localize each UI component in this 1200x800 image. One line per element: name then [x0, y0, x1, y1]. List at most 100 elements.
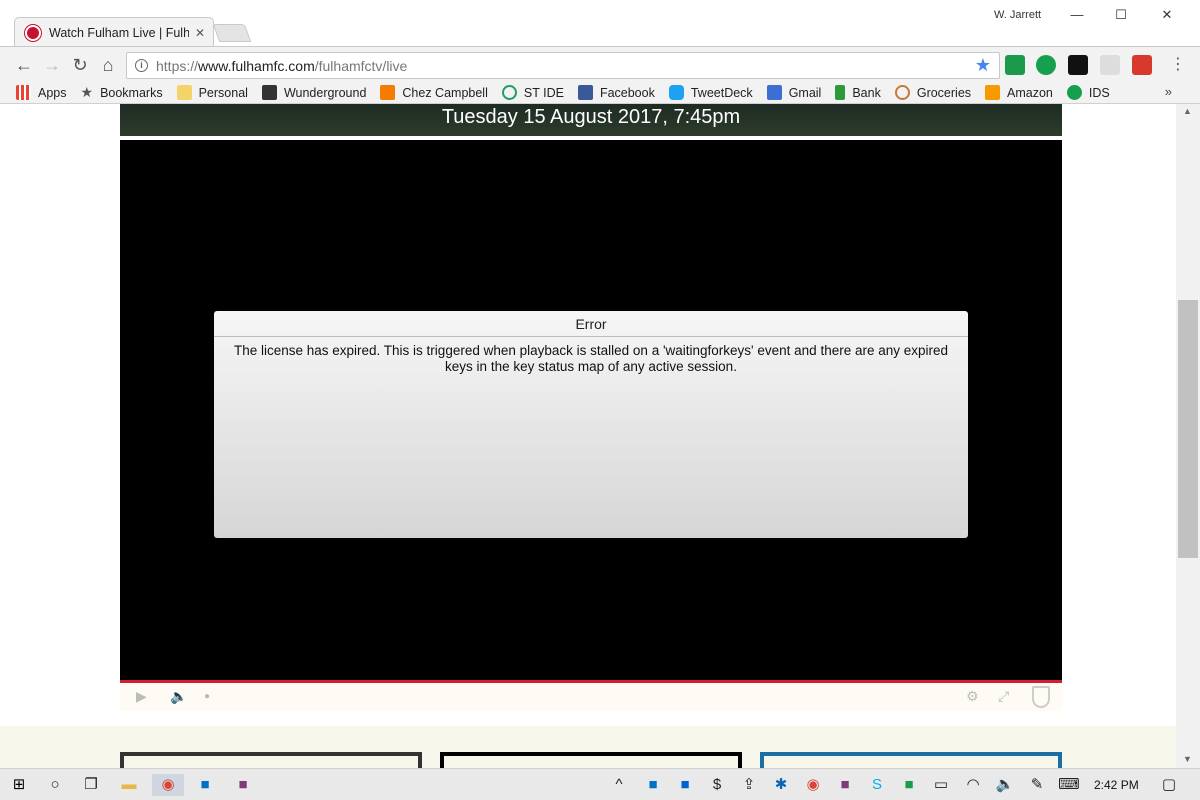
fulham-crest-icon: [1032, 686, 1050, 708]
reload-button[interactable]: ↻: [68, 54, 92, 76]
url-host: www.fulhamfc.com: [198, 57, 315, 74]
video-card[interactable]: [440, 752, 742, 768]
outlook-tray-icon[interactable]: ■: [642, 774, 664, 796]
groceries-icon: [894, 85, 910, 100]
bookmark-gmail[interactable]: Gmail: [766, 85, 821, 100]
bookmark-wunderground[interactable]: Wunderground: [261, 85, 366, 100]
error-title: Error: [214, 311, 968, 337]
star-icon: ★: [80, 84, 94, 100]
back-button[interactable]: ←: [12, 54, 36, 76]
error-dialog: Error The license has expired. This is t…: [214, 311, 968, 538]
scroll-up-icon[interactable]: ▲: [1183, 106, 1192, 116]
task-view-icon[interactable]: ❐: [80, 774, 102, 796]
settings-gear-icon[interactable]: ⚙: [966, 688, 979, 705]
bookmark-groceries[interactable]: Groceries: [894, 85, 971, 100]
fulham-crest-icon: [25, 24, 41, 41]
ids-icon: [1066, 85, 1082, 100]
match-banner: Tuesday 15 August 2017, 7:45pm: [120, 104, 1062, 136]
keyboard-icon[interactable]: ⌨: [1058, 774, 1080, 796]
site-info-icon[interactable]: i: [135, 59, 148, 72]
bookmark-amazon[interactable]: Amazon: [985, 85, 1053, 100]
volume-tray-icon[interactable]: 🔈: [994, 774, 1016, 796]
pen-icon[interactable]: ✎: [1026, 774, 1048, 796]
forward-button[interactable]: →: [40, 54, 64, 76]
facebook-icon: [577, 85, 593, 100]
show-hidden-icons-chevron-icon[interactable]: ^: [608, 774, 630, 796]
tab-close-icon[interactable]: ✕: [195, 26, 205, 40]
home-button[interactable]: ⌂: [96, 54, 120, 76]
upload-tray-icon[interactable]: ⇪: [738, 774, 760, 796]
browser-toolbar: ← → ↻ ⌂ i https:// www.fulhamfc.com /ful…: [0, 46, 1200, 82]
player-controls: ▶ 🔈 ● ⚙ ⤢: [120, 683, 1062, 711]
apps-grid-icon: [16, 85, 31, 100]
bookmark-st-ide[interactable]: ST IDE: [501, 85, 564, 100]
onenote-tray-icon[interactable]: ■: [834, 774, 856, 796]
bookmark-bank[interactable]: Bank: [835, 85, 881, 100]
action-center-icon[interactable]: ▢: [1158, 774, 1180, 796]
file-explorer-icon[interactable]: ▬: [118, 774, 140, 796]
bookmark-star-icon[interactable]: ★: [975, 55, 991, 76]
tab-active[interactable]: Watch Fulham Live | Fulh ✕: [14, 17, 214, 47]
close-window-button[interactable]: ✕: [1144, 4, 1190, 26]
error-message: The license has expired. This is trigger…: [233, 343, 949, 374]
scrollbar-thumb[interactable]: [1178, 300, 1198, 558]
scroll-down-icon[interactable]: ▼: [1183, 754, 1192, 764]
page-scrollbar[interactable]: ▲ ▼: [1176, 104, 1200, 768]
dollar-tray-icon[interactable]: $: [706, 774, 728, 796]
tab-title: Watch Fulham Live | Fulh: [49, 25, 189, 40]
bookmarks-bar: Apps ★ Bookmarks Personal Wunderground Ch…: [0, 82, 1200, 104]
robot-tray-icon[interactable]: ■: [898, 774, 920, 796]
bookmark-apps[interactable]: Apps: [16, 85, 67, 100]
chrome-tray-icon[interactable]: ◉: [802, 774, 824, 796]
folder-icon: [176, 85, 192, 100]
volume-icon[interactable]: 🔈: [170, 688, 187, 705]
video-card[interactable]: [760, 752, 1062, 768]
fullscreen-icon[interactable]: ⤢: [998, 688, 1009, 705]
circle-icon: [501, 85, 517, 100]
start-windows-icon[interactable]: ⊞: [8, 774, 30, 796]
profile-name[interactable]: W. Jarrett: [994, 9, 1041, 21]
page-viewport: Tuesday 15 August 2017, 7:45pm Error The…: [0, 104, 1176, 768]
live-indicator-icon: ●: [204, 691, 211, 702]
chrome-menu-button[interactable]: ⋮: [1166, 54, 1190, 76]
play-icon[interactable]: ▶: [136, 688, 147, 705]
bluetooth-icon[interactable]: ✱: [770, 774, 792, 796]
extension-todoist-icon[interactable]: [1132, 55, 1152, 75]
bank-icon: [835, 85, 846, 100]
wunderground-icon: [261, 85, 277, 100]
windows-taskbar: ⊞ ○ ❐ ▬ ◉ ■ ■ ^ ■ ■ $ ⇪ ✱ ◉ ■ S ■ ▭ ◠ 🔈 …: [0, 768, 1200, 800]
blogger-icon: [380, 85, 396, 100]
extension-hangouts-icon[interactable]: [1036, 55, 1056, 75]
gmail-icon: [766, 85, 782, 100]
bookmark-ids[interactable]: IDS: [1066, 85, 1110, 100]
new-tab-button[interactable]: [212, 24, 252, 42]
onenote-icon[interactable]: ■: [232, 774, 254, 796]
match-date: Tuesday 15 August 2017, 7:45pm: [441, 106, 741, 128]
bookmark-tweetdeck[interactable]: TweetDeck: [668, 85, 753, 100]
url-path: /fulhamfctv/live: [314, 57, 408, 74]
battery-icon[interactable]: ▭: [930, 774, 952, 796]
chrome-taskbar-icon[interactable]: ◉: [152, 774, 184, 796]
wifi-icon[interactable]: ◠: [962, 774, 984, 796]
extension-amazon-icon[interactable]: [1068, 55, 1088, 75]
maximize-button[interactable]: ☐: [1098, 4, 1144, 26]
bookmark-facebook[interactable]: Facebook: [577, 85, 655, 100]
skype-tray-icon[interactable]: S: [866, 774, 888, 796]
tweetdeck-icon: [668, 85, 684, 100]
bookmarks-overflow-chevron-icon[interactable]: »: [1165, 84, 1172, 99]
outlook-icon[interactable]: ■: [194, 774, 216, 796]
bookmark-bookmarks[interactable]: ★ Bookmarks: [81, 84, 163, 101]
bookmark-chez-campbell[interactable]: Chez Campbell: [380, 85, 488, 100]
minimize-button[interactable]: —: [1054, 4, 1100, 26]
extension-green-robot-icon[interactable]: [1005, 55, 1025, 75]
video-card[interactable]: [120, 752, 422, 768]
amazon-icon: [985, 85, 1001, 100]
taskbar-clock[interactable]: 2:42 PM: [1094, 778, 1139, 792]
address-bar[interactable]: i https:// www.fulhamfc.com /fulhamfctv/…: [126, 52, 1000, 79]
title-bar: Watch Fulham Live | Fulh ✕ W. Jarrett — …: [0, 0, 1200, 47]
box-tray-icon[interactable]: ■: [674, 774, 696, 796]
cortana-circle-icon[interactable]: ○: [44, 774, 66, 796]
url-protocol: https://: [156, 57, 199, 74]
extension-notes-icon[interactable]: [1100, 55, 1120, 75]
bookmark-personal[interactable]: Personal: [176, 85, 248, 100]
